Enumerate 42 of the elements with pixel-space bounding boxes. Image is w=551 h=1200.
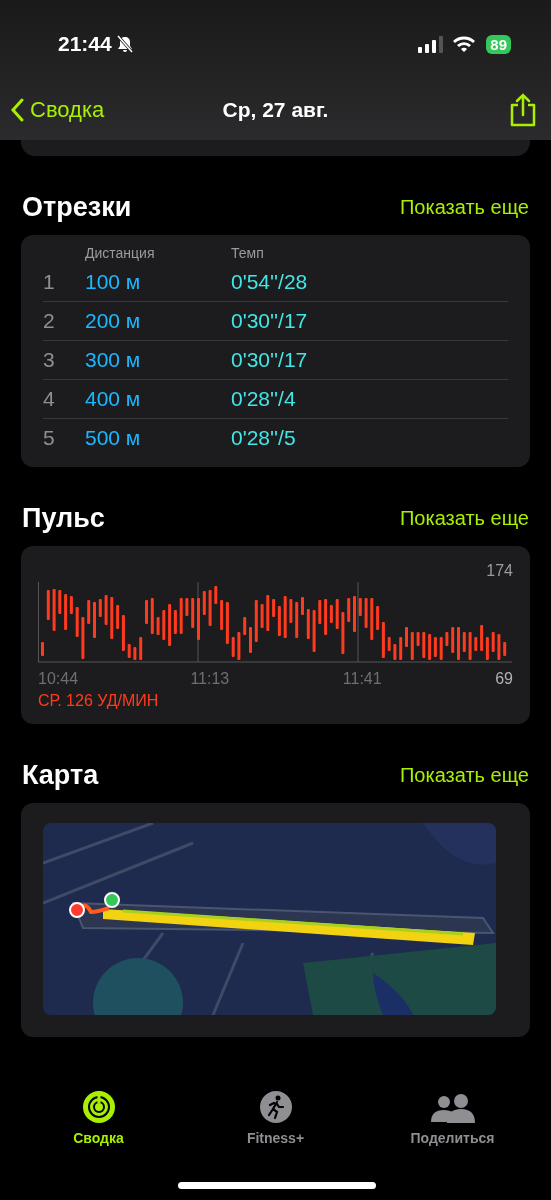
show-more-link[interactable]: Показать еще xyxy=(399,196,529,219)
tab[interactable]: Fitness+ xyxy=(200,1090,351,1146)
chevron-left-icon xyxy=(10,98,24,122)
status-time: 21:44 xyxy=(58,32,112,56)
section-title: Отрезки xyxy=(22,192,132,223)
time-label: 11:13 xyxy=(190,670,231,688)
split-number: 5 xyxy=(43,425,56,451)
average-heart-rate: СР. 126 УД/МИН xyxy=(38,692,160,710)
split-number: 3 xyxy=(43,341,85,380)
time-label: 10:44 xyxy=(38,670,80,688)
column-header: Дистанция xyxy=(85,245,156,263)
split-pace: 0'30''/17 xyxy=(231,341,508,380)
split-distance: 300 м xyxy=(85,341,231,380)
split-distance: 100 м xyxy=(85,263,231,302)
split-number: 1 xyxy=(43,263,85,302)
split-number: 2 xyxy=(43,302,85,341)
signal-icon xyxy=(418,35,445,53)
battery-level: 89 xyxy=(486,34,511,54)
split-pace: 0'30''/17 xyxy=(231,302,508,341)
split-pace: 0'28''/4 xyxy=(231,380,508,419)
show-more-link[interactable]: Показать еще xyxy=(399,764,529,787)
show-more-link[interactable]: Показать еще xyxy=(399,507,529,530)
people-icon xyxy=(430,1094,475,1124)
share-icon[interactable] xyxy=(509,93,537,127)
tab[interactable]: Поделиться xyxy=(377,1090,528,1146)
split-number: 4 xyxy=(43,380,85,419)
split-distance: 500 м xyxy=(85,425,142,451)
tab[interactable]: Сводка xyxy=(23,1090,174,1146)
split-pace: 0'28''/5 xyxy=(231,425,297,451)
column-header: Темп xyxy=(231,245,265,263)
max-value: 174 xyxy=(486,562,513,579)
min-value: 69 xyxy=(495,670,513,688)
back-button[interactable]: Сводка xyxy=(10,97,105,123)
muted-bell-icon xyxy=(114,35,135,53)
split-pace: 0'54''/28 xyxy=(231,263,508,302)
section-title: Карта xyxy=(22,760,99,791)
time-label: 11:41 xyxy=(342,670,383,688)
split-distance: 200 м xyxy=(85,302,231,341)
section-title: Пульс xyxy=(22,503,105,534)
nav-title: Ср, 27 авг. xyxy=(222,98,329,121)
wifi-icon xyxy=(452,35,477,53)
split-distance: 400 м xyxy=(85,380,231,419)
